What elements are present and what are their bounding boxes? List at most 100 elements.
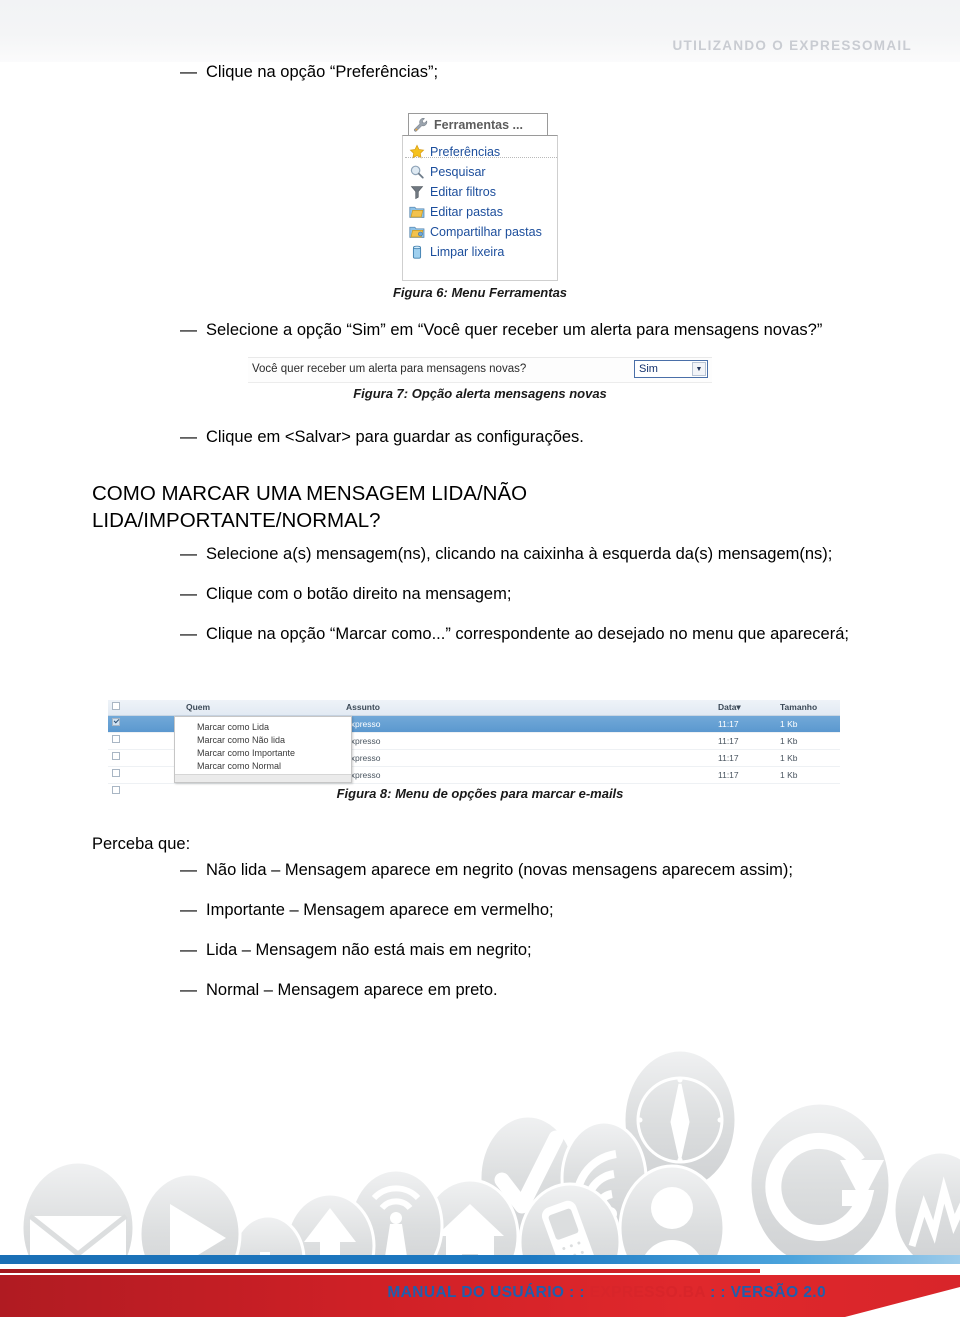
marcar-como-context-menu: Marcar como Lida Marcar como Não lida Ma… [174, 716, 352, 783]
menu-item-limpar-lixeira-label: Limpar lixeira [430, 245, 505, 259]
figure-email-list: Quem Assunto Data▾ Tamanho expresso 11:1… [108, 700, 840, 794]
watermark-graphic [20, 1048, 960, 1260]
bullet-dash-icon: — [180, 624, 197, 643]
menu-item-pesquisar-label: Pesquisar [430, 165, 486, 179]
bullet-preferencias-text: Clique na opção “Preferências”; [206, 63, 439, 81]
menu-item-editar-pastas[interactable]: Editar pastas [407, 202, 557, 222]
footer-brand: EXPRESSO.BA [589, 1284, 706, 1301]
context-menu-footer [175, 774, 351, 782]
menu-item-compartilhar-pastas[interactable]: Compartilhar pastas [407, 222, 557, 242]
alerta-question-label: Você quer receber um alerta para mensage… [252, 363, 527, 375]
bullet-salvar: — Clique em <Salvar> para guardar as con… [180, 425, 820, 450]
bullet-importante-text: Importante – Mensagem aparece em vermelh… [206, 901, 554, 919]
bullet-marcar-como-text: Clique na opção “Marcar como...” corresp… [206, 625, 849, 643]
footer-text: MANUAL DO USUÁRIO : : EXPRESSO.BA : : VE… [0, 1284, 826, 1302]
menu-item-editar-filtros[interactable]: Editar filtros [407, 182, 557, 202]
alerta-select[interactable]: Sim ▼ [634, 360, 708, 378]
row-tamanho: 1 Kb [780, 719, 798, 729]
menu-item-preferencias[interactable]: Preferências [407, 142, 557, 162]
menu-item-limpar-lixeira[interactable]: Limpar lixeira [407, 242, 557, 262]
folder-icon [409, 206, 425, 218]
bullet-nao-lida-text: Não lida – Mensagem aparece em negrito (… [206, 861, 793, 879]
bullet-selecione-sim: — Selecione a opção “Sim” em “Você quer … [180, 318, 880, 343]
bullet-normal-text: Normal – Mensagem aparece em preto. [206, 981, 498, 999]
row-data: 11:17 [718, 736, 739, 746]
row-tamanho: 1 Kb [780, 753, 798, 763]
select-all-checkbox[interactable] [112, 702, 120, 710]
shared-folder-icon [409, 226, 425, 238]
bullet-botao-direito: — Clique com o botão direito na mensagem… [180, 582, 880, 607]
ferramentas-menu-panel: Preferências Pesquisar Editar filtros Ed… [402, 135, 558, 281]
bullet-dash-icon: — [180, 62, 197, 81]
bullet-lida: — Lida – Mensagem não está mais em negri… [180, 938, 880, 963]
check-icon [478, 1114, 578, 1242]
bullet-preferencias: — Clique na opção “Preferências”; [180, 60, 820, 85]
bullet-dash-icon: — [180, 544, 197, 563]
bullet-selecione-sim-text: Selecione a opção “Sim” em “Você quer re… [206, 321, 823, 339]
footer-blue-stripe [0, 1255, 960, 1264]
row-checkbox[interactable] [112, 769, 120, 777]
context-item-marcar-normal[interactable]: Marcar como Normal [175, 759, 351, 772]
wrench-icon [413, 117, 428, 132]
footer-text-before: MANUAL DO USUÁRIO : : [387, 1284, 590, 1301]
bullet-marcar-como: — Clique na opção “Marcar como...” corre… [180, 622, 872, 647]
page-footer: MANUAL DO USUÁRIO : : EXPRESSO.BA : : VE… [0, 1237, 960, 1317]
figure6-caption: Figura 6: Menu Ferramentas [392, 285, 568, 300]
bullet-salvar-text: Clique em <Salvar> para guardar as confi… [206, 428, 584, 446]
bullet-dash-icon: — [180, 427, 197, 446]
column-header-quem[interactable]: Quem [186, 702, 210, 712]
figure7-caption: Figura 7: Opção alerta mensagens novas [353, 386, 607, 401]
bullet-dash-icon: — [180, 320, 197, 339]
ferramentas-tab-label: Ferramentas ... [434, 118, 523, 132]
watermark-icon-cluster [0, 1010, 960, 1260]
ferramentas-tab[interactable]: Ferramentas ... [408, 113, 548, 136]
compass-icon [622, 1048, 738, 1192]
menu-item-pesquisar[interactable]: Pesquisar [407, 162, 557, 182]
menu-divider [405, 157, 557, 158]
column-header-assunto[interactable]: Assunto [346, 702, 380, 712]
bullet-normal: — Normal – Mensagem aparece em preto. [180, 978, 880, 1003]
bullet-dash-icon: — [180, 584, 197, 603]
menu-item-editar-filtros-label: Editar filtros [430, 185, 496, 199]
alerta-select-value: Sim [639, 363, 658, 375]
column-header-tamanho[interactable]: Tamanho [780, 702, 817, 712]
footer-text-after: : : VERSÃO 2.0 [705, 1284, 826, 1301]
context-item-marcar-importante[interactable]: Marcar como Importante [175, 746, 351, 759]
row-checkbox[interactable] [112, 735, 120, 743]
bullet-importante: — Importante – Mensagem aparece em verme… [180, 898, 880, 923]
bullet-nao-lida: — Não lida – Mensagem aparece em negrito… [180, 858, 880, 883]
row-tamanho: 1 Kb [780, 736, 798, 746]
bullet-dash-icon: — [180, 860, 197, 879]
row-checkbox[interactable] [112, 752, 120, 760]
bullet-dash-icon: — [180, 900, 197, 919]
context-item-marcar-lida[interactable]: Marcar como Lida [175, 720, 351, 733]
funnel-icon [410, 186, 424, 200]
row-tamanho: 1 Kb [780, 770, 798, 780]
row-data: 11:17 [718, 753, 739, 763]
bullet-selecione-mensagens: — Selecione a(s) mensagem(ns), clicando … [180, 542, 880, 567]
column-header-data[interactable]: Data▾ [718, 702, 741, 713]
figure-alerta-option: Você quer receber um alerta para mensage… [248, 357, 712, 383]
wifi-icon [560, 1120, 648, 1236]
bullet-selecione-mensagens-text: Selecione a(s) mensagem(ns), clicando na… [206, 545, 833, 563]
bullet-dash-icon: — [180, 980, 197, 999]
magnifier-icon [410, 165, 424, 179]
email-list-header: Quem Assunto Data▾ Tamanho [108, 700, 840, 716]
menu-item-editar-pastas-label: Editar pastas [430, 205, 503, 219]
trash-icon [412, 245, 422, 259]
bullet-lida-text: Lida – Mensagem não está mais em negrito… [206, 941, 532, 959]
section-heading: COMO MARCAR UMA MENSAGEM LIDA/NÃO LIDA/I… [92, 482, 528, 532]
bullet-botao-direito-text: Clique com o botão direito na mensagem; [206, 585, 512, 603]
row-data: 11:17 [718, 770, 739, 780]
perceba-que-label: Perceba que: [92, 835, 191, 853]
figure-ferramentas-menu: Ferramentas ... Preferências Pesquisar E… [402, 113, 558, 281]
chevron-down-icon[interactable]: ▼ [692, 362, 706, 376]
figure8-caption: Figura 8: Menu de opções para marcar e-m… [336, 786, 624, 801]
row-checkbox[interactable] [112, 718, 120, 726]
manual-page: UTILIZANDO O EXPRESSOMAIL — Clique na op… [0, 0, 960, 1317]
footer-red-thin-stripe [0, 1269, 760, 1273]
page-header: UTILIZANDO O EXPRESSOMAIL [0, 0, 960, 62]
context-item-marcar-nao-lida[interactable]: Marcar como Não lida [175, 733, 351, 746]
bullet-dash-icon: — [180, 940, 197, 959]
row-data: 11:17 [718, 719, 739, 729]
